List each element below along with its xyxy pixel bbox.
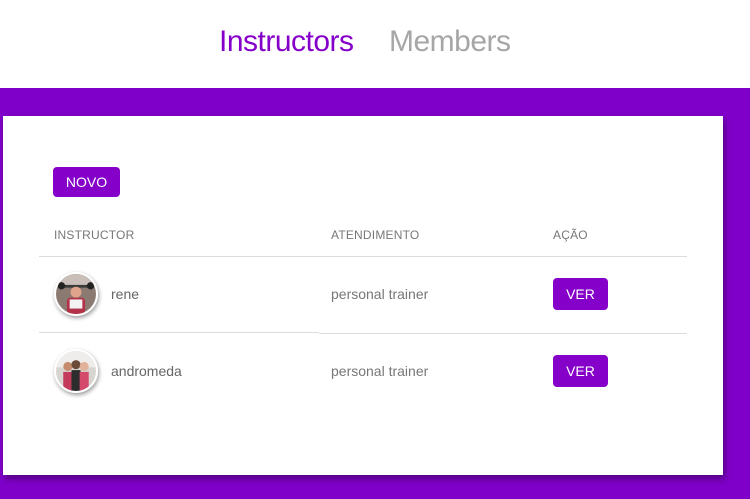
column-header-instructor: INSTRUCTOR bbox=[54, 228, 135, 242]
nav-link-members[interactable]: Members bbox=[389, 24, 511, 60]
new-instructor-button[interactable]: NOVO bbox=[53, 167, 120, 197]
view-instructor-button[interactable]: VER bbox=[553, 355, 608, 387]
instructor-photo-icon bbox=[54, 272, 98, 316]
instructor-name: andromeda bbox=[111, 363, 182, 379]
table-header-divider bbox=[39, 256, 687, 257]
instructor-service: personal trainer bbox=[331, 363, 429, 379]
top-navigation: Instructors Members bbox=[0, 0, 750, 88]
nav-link-instructors[interactable]: Instructors bbox=[219, 24, 354, 60]
instructor-name: rene bbox=[111, 286, 140, 302]
instructor-photo-icon bbox=[54, 349, 98, 393]
row-divider bbox=[39, 332, 319, 333]
instructors-card: NOVO INSTRUCTOR ATENDIMENTO AÇÃO rene pe… bbox=[3, 116, 723, 475]
instructor-service: personal trainer bbox=[331, 286, 429, 302]
column-header-atendimento: ATENDIMENTO bbox=[331, 228, 420, 242]
row-divider bbox=[319, 333, 687, 334]
view-instructor-button[interactable]: VER bbox=[553, 278, 608, 310]
column-header-acao: AÇÃO bbox=[553, 228, 588, 242]
